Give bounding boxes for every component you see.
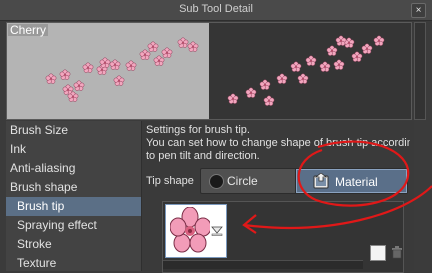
circle-icon [209,174,224,189]
tip-list-scrollbar[interactable] [163,260,363,269]
preview-scrollbar[interactable] [414,22,426,120]
trash-icon[interactable] [390,245,404,259]
tip-material-list [162,201,404,273]
window-title: Sub Tool Detail [179,3,253,15]
cherry-stroke-illustration [45,35,385,107]
tip-shape-selector: Circle Material [200,168,408,194]
material-option-label: Material [335,175,378,189]
preview-label: Cherry [8,23,49,37]
description-line: to pen tilt and direction. [146,150,260,162]
category-sidebar: Brush Size Ink Anti-aliasing Brush shape… [6,121,142,271]
title-bar: Sub Tool Detail × [0,0,432,21]
material-option-button[interactable]: Material [296,169,407,193]
circle-option-button[interactable]: Circle [201,169,296,193]
dropdown-arrow-icon[interactable] [211,223,223,240]
sidebar-item-stroke[interactable]: Stroke [6,235,141,254]
tip-material-thumbnail[interactable] [165,204,227,258]
tip-shape-label: Tip shape [146,175,194,187]
description-line: Settings for brush tip. [146,124,250,136]
sidebar-item-brush-size[interactable]: Brush Size [6,121,141,140]
sidebar-item-texture[interactable]: Texture [6,254,141,273]
new-page-icon[interactable] [370,245,386,261]
sidebar-item-ink[interactable]: Ink [6,140,141,159]
circle-option-label: Circle [227,174,258,188]
stroke-preview: Cherry [6,22,412,120]
sidebar-item-brush-shape[interactable]: Brush shape [6,178,141,197]
sidebar-item-spraying-effect[interactable]: Spraying effect [6,216,141,235]
brush-tip-description: Settings for brush tip. You can set how … [146,124,410,163]
sakura-tip-icon [170,207,210,253]
sidebar-item-brush-tip[interactable]: Brush tip [6,197,141,216]
settings-panel: Settings for brush tip. You can set how … [142,121,414,273]
sidebar-item-anti-aliasing[interactable]: Anti-aliasing [6,159,141,178]
close-icon[interactable]: × [411,3,426,18]
description-line: You can set how to change shape of brush… [146,137,410,149]
material-icon [313,172,331,192]
